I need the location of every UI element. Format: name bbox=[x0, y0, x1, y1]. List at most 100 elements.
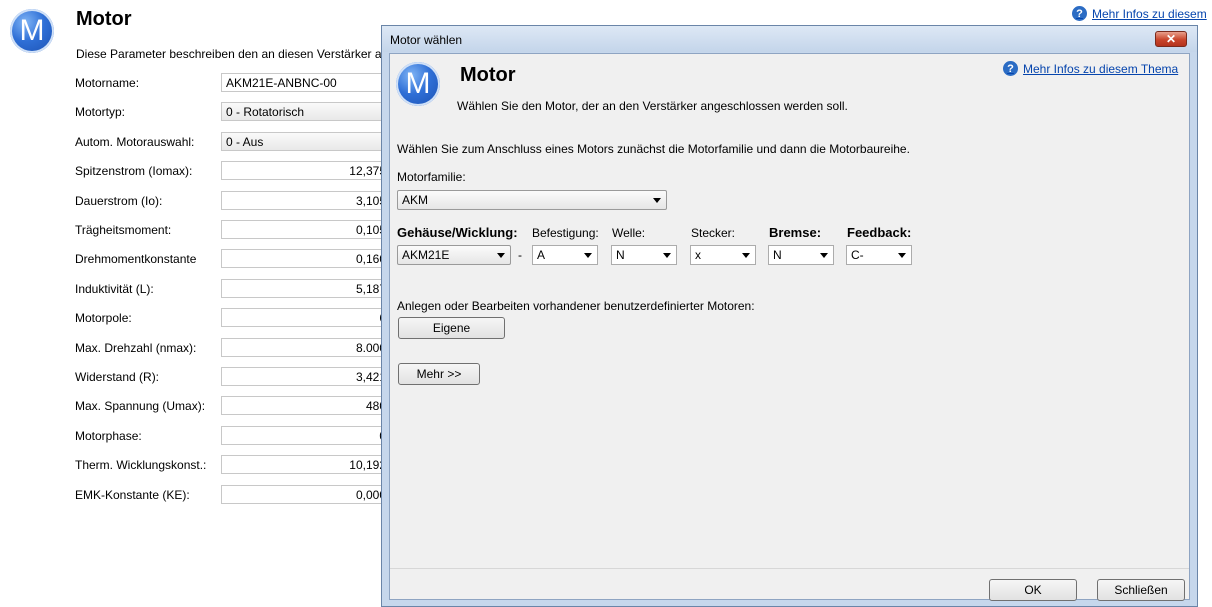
param-label: Dauerstrom (Io): bbox=[75, 194, 163, 208]
dialog-titlebar[interactable]: Motor wählen ✕ bbox=[382, 26, 1197, 52]
help-link-text: Mehr Infos zu diesem Thema bbox=[1023, 61, 1179, 76]
param-label: Motorname: bbox=[75, 76, 140, 90]
chevron-down-icon bbox=[663, 253, 671, 258]
param-label: Max. Drehzahl (nmax): bbox=[75, 341, 197, 355]
mounting-label: Befestigung: bbox=[532, 226, 599, 240]
param-label: Motorpole: bbox=[75, 311, 132, 325]
param-label: Trägheitsmoment: bbox=[75, 223, 172, 237]
motor-select-dialog: Motor wählen ✕ M Motor Wählen Sie den Mo… bbox=[381, 25, 1198, 607]
param-label: Therm. Wicklungskonst.: bbox=[75, 458, 207, 472]
param-row: Max. Drehzahl (nmax): 8.000 bbox=[75, 338, 395, 358]
param-field[interactable]: AKM21E-ANBNC-00 bbox=[221, 73, 391, 92]
param-row: EMK-Konstante (KE): 0,000 bbox=[75, 485, 395, 505]
dialog-title: Motor wählen bbox=[390, 33, 463, 47]
custom-motors-button[interactable]: Eigene bbox=[398, 317, 505, 339]
ok-button[interactable]: OK bbox=[989, 579, 1077, 601]
param-row: Max. Spannung (Umax): 480 bbox=[75, 396, 395, 416]
param-label: Spitzenstrom (Iomax): bbox=[75, 164, 193, 178]
motor-family-value: AKM bbox=[402, 193, 429, 207]
param-label: Drehmomentkonstante bbox=[75, 252, 197, 266]
param-field[interactable]: 5,187 bbox=[221, 279, 391, 298]
footer-divider bbox=[390, 568, 1189, 569]
dialog-help-link[interactable]: ? Mehr Infos zu diesem Thema bbox=[1003, 61, 1178, 76]
page-title: Motor bbox=[76, 8, 132, 30]
more-button[interactable]: Mehr >> bbox=[398, 363, 480, 385]
dialog-subtitle: Wählen Sie den Motor, der an den Verstär… bbox=[457, 99, 848, 113]
param-field[interactable]: 0,000 bbox=[221, 485, 391, 504]
housing-label: Gehäuse/Wicklung: bbox=[397, 225, 518, 240]
param-label: Induktivität (L): bbox=[75, 282, 154, 296]
param-field[interactable]: 0,160 bbox=[221, 249, 391, 268]
chevron-down-icon bbox=[497, 253, 505, 258]
motor-logo: M bbox=[10, 9, 54, 53]
param-label: Max. Spannung (Umax): bbox=[75, 399, 206, 413]
param-select[interactable]: 0 - Aus bbox=[221, 132, 391, 151]
param-select[interactable]: 0 - Rotatorisch bbox=[221, 102, 391, 121]
shaft-select[interactable]: N bbox=[611, 245, 677, 265]
param-label: Motortyp: bbox=[75, 105, 126, 119]
close-button[interactable]: Schließen bbox=[1097, 579, 1185, 601]
help-icon: ? bbox=[1072, 6, 1087, 21]
param-label: Motorphase: bbox=[75, 429, 142, 443]
param-field[interactable]: 3,421 bbox=[221, 367, 391, 386]
shaft-value: N bbox=[616, 248, 625, 262]
help-link[interactable]: ? Mehr Infos zu diesem bbox=[1072, 6, 1207, 21]
param-field[interactable]: 12,375 bbox=[221, 161, 391, 180]
chevron-down-icon bbox=[584, 253, 592, 258]
param-row: Therm. Wicklungskonst.: 10,192 bbox=[75, 455, 395, 475]
param-row: Trägheitsmoment: 0,105 bbox=[75, 220, 395, 240]
param-row: Dauerstrom (Io): 3,105 bbox=[75, 191, 395, 211]
separator-dash: - bbox=[518, 248, 522, 262]
housing-value: AKM21E bbox=[402, 248, 450, 262]
param-field[interactable]: 3,105 bbox=[221, 191, 391, 210]
mounting-select[interactable]: A bbox=[532, 245, 598, 265]
help-icon: ? bbox=[1003, 61, 1018, 76]
dialog-content: M Motor Wählen Sie den Motor, der an den… bbox=[389, 53, 1190, 601]
chevron-down-icon bbox=[742, 253, 750, 258]
param-row: Motorname: AKM21E-ANBNC-00 bbox=[75, 73, 395, 93]
logo-letter: M bbox=[19, 14, 45, 47]
param-row: Spitzenstrom (Iomax): 12,375 bbox=[75, 161, 395, 181]
help-link-text: Mehr Infos zu diesem bbox=[1092, 6, 1207, 21]
connector-label: Stecker: bbox=[691, 226, 736, 240]
shaft-label: Welle: bbox=[612, 226, 646, 240]
feedback-label: Feedback: bbox=[847, 225, 912, 240]
mounting-value: A bbox=[537, 248, 546, 262]
chevron-down-icon bbox=[820, 253, 828, 258]
param-field[interactable]: 0 bbox=[221, 426, 391, 445]
param-field[interactable]: 0,105 bbox=[221, 220, 391, 239]
close-icon: ✕ bbox=[1165, 32, 1177, 46]
chevron-down-icon bbox=[898, 253, 906, 258]
instruction-text: Wählen Sie zum Anschluss eines Motors zu… bbox=[397, 142, 910, 156]
param-row: Widerstand (R): 3,421 bbox=[75, 367, 395, 387]
param-row: Motortyp: 0 - Rotatorisch bbox=[75, 102, 395, 122]
param-label: EMK-Konstante (KE): bbox=[75, 488, 190, 502]
dialog-close-button[interactable]: ✕ bbox=[1155, 31, 1187, 47]
dialog-heading: Motor bbox=[460, 64, 516, 86]
housing-select[interactable]: AKM21E bbox=[397, 245, 511, 265]
param-label: Widerstand (R): bbox=[75, 370, 160, 384]
brake-label: Bremse: bbox=[769, 225, 822, 240]
feedback-value: C- bbox=[851, 248, 864, 262]
dialog-motor-logo: M bbox=[396, 62, 440, 106]
connector-value: x bbox=[695, 248, 701, 262]
page-description: Diese Parameter beschreiben den an diese… bbox=[76, 47, 386, 61]
param-row: Drehmomentkonstante 0,160 bbox=[75, 249, 395, 269]
custom-motors-label: Anlegen oder Bearbeiten vorhandener benu… bbox=[397, 299, 755, 313]
param-row: Induktivität (L): 5,187 bbox=[75, 279, 395, 299]
connector-select[interactable]: x bbox=[690, 245, 756, 265]
chevron-down-icon bbox=[653, 198, 661, 203]
motor-family-label: Motorfamilie: bbox=[397, 170, 466, 184]
feedback-select[interactable]: C- bbox=[846, 245, 912, 265]
logo-letter: M bbox=[405, 67, 431, 100]
param-label: Autom. Motorauswahl: bbox=[75, 135, 195, 149]
brake-value: N bbox=[773, 248, 782, 262]
param-field[interactable]: 10,192 bbox=[221, 455, 391, 474]
param-row: Motorphase: 0 bbox=[75, 426, 395, 446]
motor-family-select[interactable]: AKM bbox=[397, 190, 667, 210]
param-field[interactable]: 6 bbox=[221, 308, 391, 327]
brake-select[interactable]: N bbox=[768, 245, 834, 265]
param-field[interactable]: 480 bbox=[221, 396, 391, 415]
param-row: Autom. Motorauswahl: 0 - Aus bbox=[75, 132, 395, 152]
param-field[interactable]: 8.000 bbox=[221, 338, 391, 357]
